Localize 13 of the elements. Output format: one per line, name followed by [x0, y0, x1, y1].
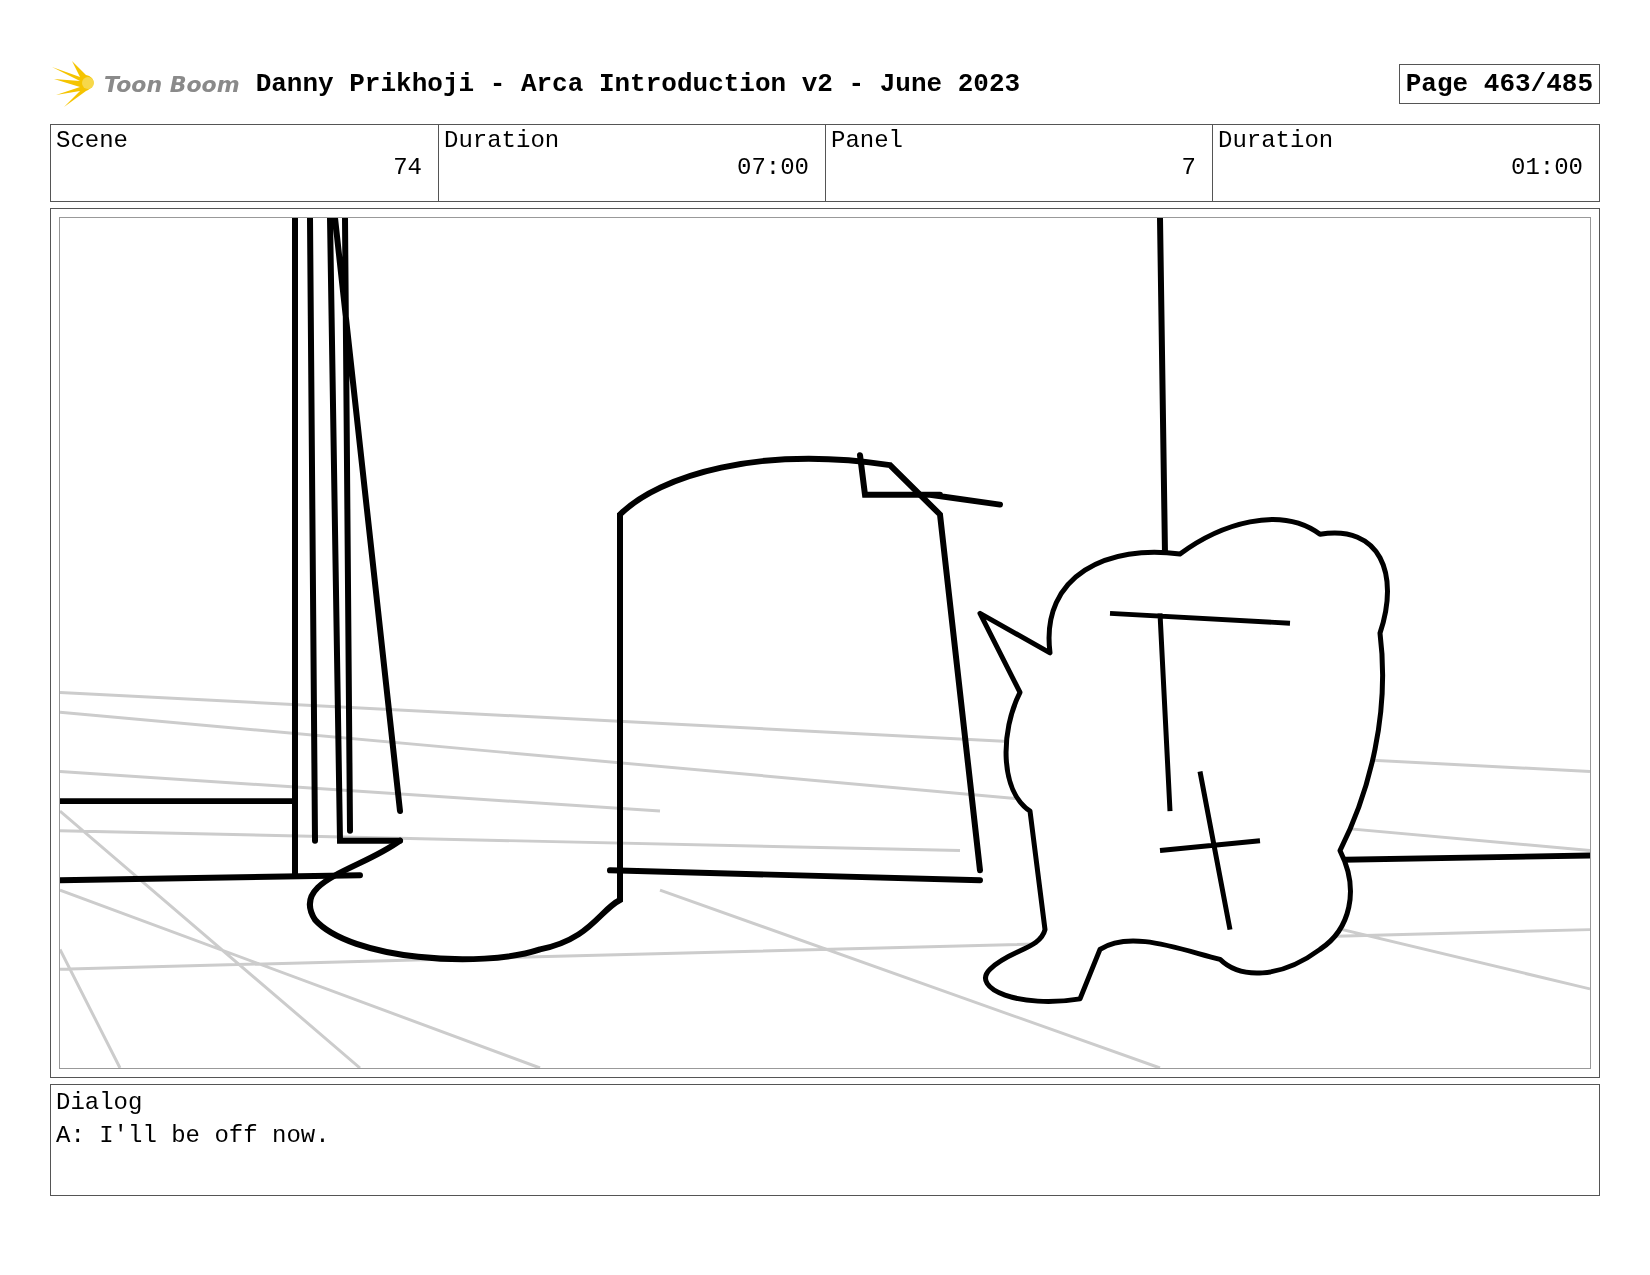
dialog-label: Dialog: [56, 1089, 144, 1116]
field-value: 07:00: [736, 154, 809, 181]
field-value: 74: [392, 154, 422, 181]
logo-text: Toon Boom: [104, 71, 240, 97]
page-number: Page 463/485: [1398, 64, 1600, 104]
field-label: Scene: [56, 127, 129, 154]
field-label: Duration: [1218, 127, 1335, 154]
field-label: Panel: [831, 127, 904, 154]
field-value: 01:00: [1510, 154, 1583, 181]
dialog-text: A: I'll be off now.: [56, 1122, 331, 1149]
field-label: Duration: [444, 127, 561, 154]
field-value: 7: [1180, 154, 1196, 181]
page-title: Danny Prikhoji - Arca Introduction v2 - June 2023: [255, 69, 1022, 99]
